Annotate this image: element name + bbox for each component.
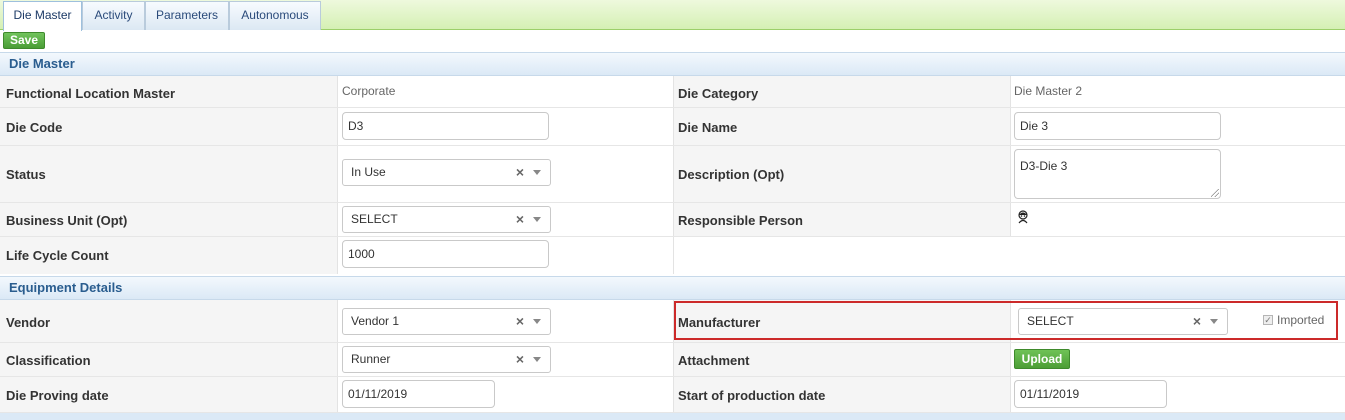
- save-button[interactable]: Save: [3, 32, 45, 49]
- form-row: Status In Use × Description (Opt) D3-Die…: [0, 146, 1345, 203]
- manufacturer-select-value: SELECT: [1027, 314, 1074, 328]
- vendor-label: Vendor: [6, 315, 51, 330]
- die-category-label: Die Category: [678, 86, 759, 101]
- attachment-label: Attachment: [678, 353, 750, 368]
- imported-checkbox[interactable]: ✓: [1263, 315, 1273, 325]
- functional-location-value: Corporate: [342, 84, 396, 98]
- business-unit-label: Business Unit (Opt): [6, 213, 128, 228]
- imported-label: Imported: [1277, 313, 1325, 327]
- chevron-down-icon[interactable]: [533, 319, 541, 324]
- start-production-date-label: Start of production date: [678, 388, 826, 403]
- life-cycle-count-input[interactable]: 1000: [342, 240, 549, 268]
- clear-icon[interactable]: ×: [516, 207, 524, 232]
- chevron-down-icon[interactable]: [533, 357, 541, 362]
- clear-icon[interactable]: ×: [1193, 309, 1201, 334]
- status-label: Status: [6, 167, 46, 182]
- clear-icon[interactable]: ×: [516, 160, 524, 185]
- die-code-label: Die Code: [6, 120, 63, 135]
- form-row: Vendor Vendor 1 × Manufacturer SELECT × …: [0, 300, 1345, 343]
- form-row: Classification Runner × Attachment Uploa…: [0, 343, 1345, 377]
- clear-icon[interactable]: ×: [516, 309, 524, 334]
- form-row: Business Unit (Opt) SELECT × Responsible…: [0, 203, 1345, 237]
- die-proving-date-input[interactable]: 01/11/2019: [342, 380, 495, 408]
- form-row: Life Cycle Count 1000: [0, 237, 1345, 274]
- manufacturer-select[interactable]: SELECT ×: [1018, 308, 1228, 335]
- section-die-master: Die Master: [0, 52, 1345, 76]
- tab-parameters[interactable]: Parameters: [145, 1, 229, 30]
- die-code-input[interactable]: D3: [342, 112, 549, 140]
- chevron-down-icon[interactable]: [1210, 319, 1218, 324]
- clear-icon[interactable]: ×: [516, 347, 524, 372]
- die-name-label: Die Name: [678, 120, 738, 135]
- functional-location-label: Functional Location Master: [6, 86, 176, 101]
- chevron-down-icon[interactable]: [533, 170, 541, 175]
- die-proving-date-label: Die Proving date: [6, 388, 109, 403]
- resize-handle-icon[interactable]: [1211, 189, 1219, 197]
- business-unit-select-value: SELECT: [351, 212, 398, 226]
- classification-select[interactable]: Runner ×: [342, 346, 551, 373]
- bottom-strip: [0, 413, 1345, 420]
- form-row: Die Code D3 Die Name Die 3: [0, 108, 1345, 146]
- classification-select-value: Runner: [351, 352, 391, 366]
- description-textarea[interactable]: D3-Die 3: [1014, 149, 1221, 199]
- manufacturer-label: Manufacturer: [678, 315, 761, 330]
- life-cycle-count-label: Life Cycle Count: [6, 248, 109, 263]
- die-name-input[interactable]: Die 3: [1014, 112, 1221, 140]
- status-select[interactable]: In Use ×: [342, 159, 551, 186]
- classification-label: Classification: [6, 353, 91, 368]
- vendor-select-value: Vendor 1: [351, 314, 400, 328]
- section-equipment-details: Equipment Details: [0, 276, 1345, 300]
- responsible-person-label: Responsible Person: [678, 213, 803, 228]
- upload-button[interactable]: Upload: [1014, 349, 1070, 369]
- business-unit-select[interactable]: SELECT ×: [342, 206, 551, 233]
- description-label: Description (Opt): [678, 167, 785, 182]
- tab-bar: Die Master Activity Parameters Autonomou…: [0, 0, 1345, 31]
- start-production-date-input[interactable]: 01/11/2019: [1014, 380, 1167, 408]
- form-row: Functional Location Master Corporate Die…: [0, 76, 1345, 108]
- tab-activity[interactable]: Activity: [82, 1, 145, 30]
- person-icon[interactable]: [1017, 210, 1029, 224]
- tab-die-master[interactable]: Die Master: [3, 1, 82, 31]
- die-category-value: Die Master 2: [1014, 84, 1083, 98]
- vendor-select[interactable]: Vendor 1 ×: [342, 308, 551, 335]
- chevron-down-icon[interactable]: [533, 217, 541, 222]
- tab-autonomous[interactable]: Autonomous: [229, 1, 321, 30]
- description-text: D3-Die 3: [1020, 159, 1068, 173]
- form-row: Die Proving date 01/11/2019 Start of pro…: [0, 377, 1345, 413]
- status-select-value: In Use: [351, 165, 386, 179]
